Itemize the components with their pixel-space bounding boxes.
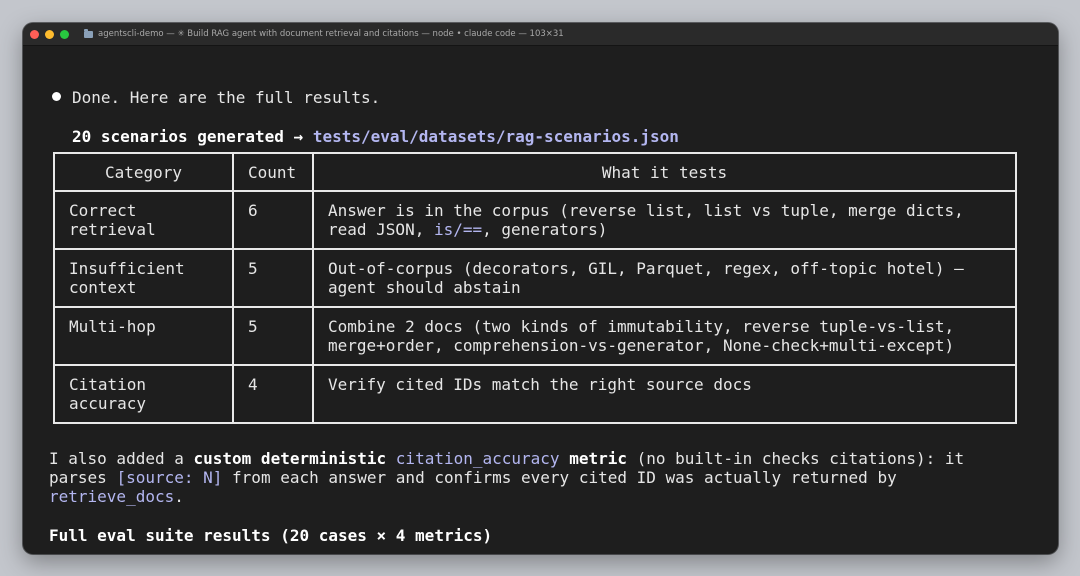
- category-cell: Multi-hop: [53, 306, 234, 366]
- folder-icon: [84, 28, 93, 38]
- bullet-icon: [52, 92, 61, 101]
- category-cell: Citation accuracy: [53, 364, 234, 424]
- tests-cell: Verify cited IDs match the right source …: [312, 364, 1017, 424]
- tests-cell: Out-of-corpus (decorators, GIL, Parquet,…: [312, 248, 1017, 308]
- count-cell: 5: [232, 248, 314, 308]
- minimize-button[interactable]: [45, 29, 54, 39]
- scenarios-path-link[interactable]: tests/eval/datasets/rag-scenarios.json: [313, 127, 679, 146]
- tests-text: Answer is in the corpus (reverse list, l…: [328, 201, 964, 239]
- table-row: Citation accuracy 4 Verify cited IDs mat…: [53, 364, 1017, 424]
- title-bar: agentscli-demo — ✳ Build RAG agent with …: [23, 23, 1058, 46]
- tests-text-end: , generators): [482, 220, 608, 239]
- done-message: Done. Here are the full results.: [72, 88, 381, 107]
- count-cell: 4: [232, 364, 314, 424]
- table-row: Multi-hop 5 Combine 2 docs (two kinds of…: [53, 306, 1017, 366]
- table-row: Insufficient context 5 Out-of-corpus (de…: [53, 248, 1017, 308]
- terminal-window: agentscli-demo — ✳ Build RAG agent with …: [23, 23, 1058, 554]
- category-cell: Correct retrieval: [53, 190, 234, 250]
- tests-cell: Combine 2 docs (two kinds of immutabilit…: [312, 306, 1017, 366]
- tests-code: is/==: [433, 220, 483, 239]
- count-cell: 5: [232, 306, 314, 366]
- header-what-it-tests: What it tests: [312, 152, 1017, 192]
- scenarios-line: 20 scenarios generated → tests/eval/data…: [72, 127, 679, 146]
- tests-cell: Answer is in the corpus (reverse list, l…: [312, 190, 1017, 250]
- table-row: Correct retrieval 6 Answer is in the cor…: [53, 190, 1017, 250]
- results-table: Category Count What it tests Correct ret…: [53, 152, 1017, 424]
- scenarios-prefix: 20 scenarios generated →: [72, 127, 313, 146]
- window-title: agentscli-demo — ✳ Build RAG agent with …: [84, 28, 564, 39]
- header-count: Count: [232, 152, 314, 192]
- window-controls: [30, 29, 69, 39]
- window-title-text: agentscli-demo — ✳ Build RAG agent with …: [98, 29, 564, 39]
- maximize-button[interactable]: [60, 29, 69, 39]
- header-category: Category: [53, 152, 234, 192]
- count-cell: 6: [232, 190, 314, 250]
- category-cell: Insufficient context: [53, 248, 234, 308]
- close-button[interactable]: [30, 29, 39, 39]
- table-header-row: Category Count What it tests: [53, 152, 1017, 192]
